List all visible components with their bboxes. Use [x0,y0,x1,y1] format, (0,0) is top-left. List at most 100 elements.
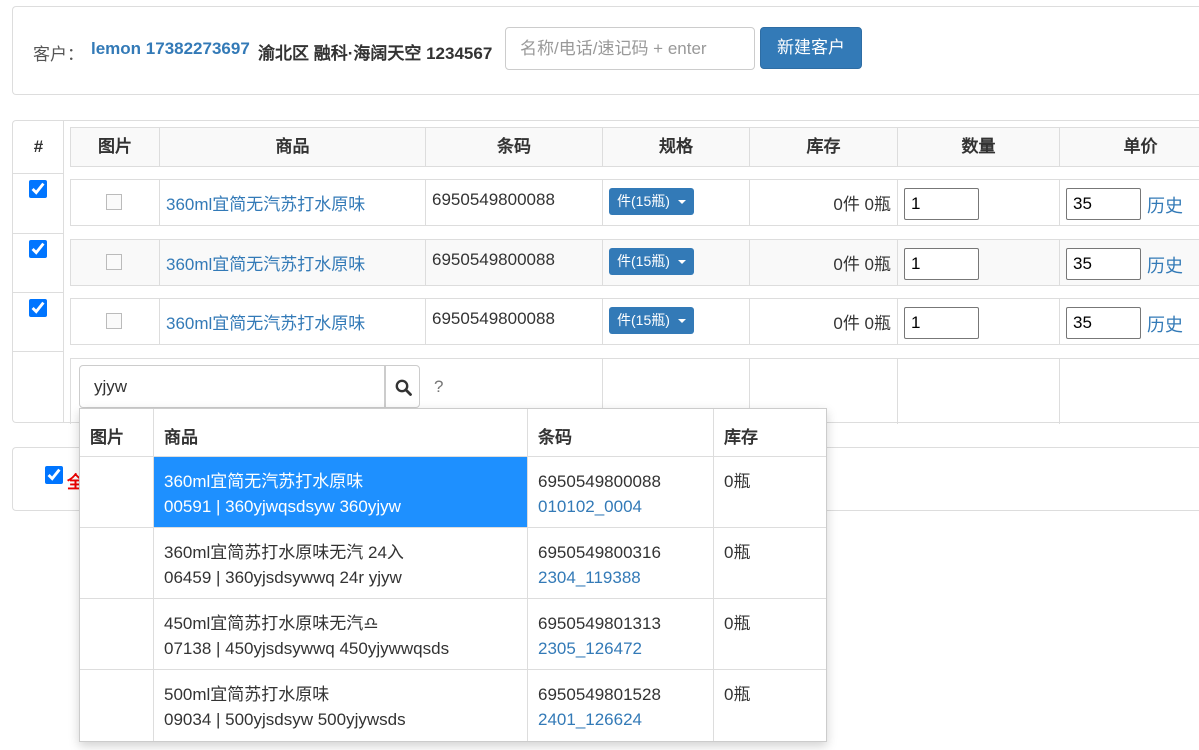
broken-image-icon [106,313,122,329]
header-quantity: 数量 [898,128,1060,166]
table-row: 360ml宜简无汽苏打水原味 6950549800088 件(15瓶) 0件 0… [70,298,1199,345]
product-suggestion-dropdown: 图片 商品 条码 库存 360ml宜简无汽苏打水原味 00591 | 360yjw… [79,408,827,742]
suggestion-name-cell: 500ml宜简苏打水原味 09034 | 500yjsdsyw 500yjywsd… [154,670,528,741]
row-checkbox[interactable] [29,180,47,198]
price-history-link[interactable]: 历史 [1147,192,1183,218]
empty-cell [898,359,1060,424]
suggestion-item[interactable]: 450ml宜简苏打水原味无汽♎ 07138 | 450yjsdsywwq 450y… [80,599,826,670]
suggestion-image-cell [80,599,154,669]
suggestion-image-cell [80,457,154,527]
stock-text: 0件 0瓶 [833,314,891,333]
header-stock: 库存 [750,128,898,166]
spec-label: 件(15瓶) [617,253,670,269]
header-spec: 规格 [603,128,750,166]
barcode-cell: 6950549800088 [426,240,603,285]
stock-cell: 0件 0瓶 [750,180,898,225]
product-link[interactable]: 360ml宜简无汽苏打水原味 [166,190,365,215]
customer-name-link[interactable]: lemon 17382273697 [91,39,250,59]
table-header-row: 图片 商品 条码 规格 库存 数量 单价 [70,127,1199,167]
suggestion-sku: 010102_0004 [538,497,643,516]
suggestion-barcode-cell: 6950549801528 2401_126624 [528,670,714,741]
suggestion-barcode: 6950549801313 [538,614,661,633]
image-cell [71,299,160,344]
stock-text: 0件 0瓶 [833,255,891,274]
suggestion-codes: 07138 | 450yjsdsywwq 450yjywwqsds [164,639,450,658]
suggestion-item[interactable]: 360ml宜简无汽苏打水原味 00591 | 360yjwqsdsyw 360yj… [80,457,826,528]
suggestion-item[interactable]: 360ml宜简苏打水原味无汽 24入 06459 | 360yjsdsywwq 2… [80,528,826,599]
price-input[interactable] [1066,188,1141,220]
select-column: # [13,121,64,422]
stock-text: 0件 0瓶 [833,195,891,214]
suggestion-barcode-cell: 6950549800088 010102_0004 [528,457,714,527]
suggestion-stock-cell: 0瓶 [714,599,826,669]
suggestion-name: 360ml宜简苏打水原味无汽 24入 [164,543,404,562]
suggestion-stock: 0瓶 [724,543,751,562]
order-table-panel: # 图片 商品 条码 规格 库存 数量 单价 360ml宜简无汽苏打水原味 69… [12,120,1199,424]
spec-dropdown-button[interactable]: 件(15瓶) [609,248,694,275]
spec-dropdown-button[interactable]: 件(15瓶) [609,188,694,215]
suggestion-name: 360ml宜简无汽苏打水原味 [164,472,364,491]
suggestion-name: 500ml宜简苏打水原味 [164,685,330,704]
caret-down-icon [678,200,686,204]
suggestion-header-product: 商品 [154,409,528,456]
header-text: 商品 [164,428,198,447]
suggestion-stock: 0瓶 [724,472,751,491]
barcode-cell: 6950549800088 [426,299,603,344]
row-select-cell [13,233,64,292]
customer-search-input[interactable] [505,27,755,70]
product-link[interactable]: 360ml宜简无汽苏打水原味 [166,309,365,334]
suggestion-header-image: 图片 [80,409,154,456]
row-checkbox[interactable] [29,240,47,258]
suggestion-sku: 2304_119388 [538,568,641,587]
suggestion-name-cell: 360ml宜简苏打水原味无汽 24入 06459 | 360yjsdsywwq 2… [154,528,528,598]
header-product: 商品 [160,128,426,166]
row-checkbox[interactable] [29,299,47,317]
new-customer-button[interactable]: 新建客户 [760,27,862,69]
price-cell: 历史 [1060,180,1199,225]
product-cell: 360ml宜简无汽苏打水原味 [160,180,426,225]
quantity-input[interactable] [904,188,979,220]
price-cell: 历史 [1060,240,1199,285]
product-link[interactable]: 360ml宜简无汽苏打水原味 [166,250,365,275]
price-history-link[interactable]: 历史 [1147,311,1183,337]
quantity-input[interactable] [904,307,979,339]
header-text: 库存 [724,428,758,447]
suggestion-image-cell [80,670,154,741]
suggestion-stock: 0瓶 [724,685,751,704]
header-text: 图片 [90,428,124,447]
spec-label: 件(15瓶) [617,193,670,209]
product-cell: 360ml宜简无汽苏打水原味 [160,299,426,344]
price-input[interactable] [1066,307,1141,339]
select-all-checkbox[interactable] [45,466,63,484]
suggestion-codes: 00591 | 360yjwqsdsyw 360yjyw [164,497,401,516]
suggestion-codes: 09034 | 500yjsdsyw 500yjywsds [164,710,406,729]
suggestion-header-stock: 库存 [714,409,826,456]
price-input[interactable] [1066,248,1141,280]
spec-cell: 件(15瓶) [603,240,750,285]
price-history-link[interactable]: 历史 [1147,252,1183,278]
table-row: 360ml宜简无汽苏打水原味 6950549800088 件(15瓶) 0件 0… [70,239,1199,286]
quantity-input[interactable] [904,248,979,280]
suggestion-header-row: 图片 商品 条码 库存 [80,409,826,457]
row-select-cell [13,351,64,422]
barcode-cell: 6950549800088 [426,180,603,225]
suggestion-barcode: 6950549801528 [538,685,661,704]
spec-cell: 件(15瓶) [603,180,750,225]
select-column-header: # [33,137,44,156]
barcode-text: 6950549800088 [432,190,555,209]
suggestion-image-cell [80,528,154,598]
product-search-input[interactable] [79,365,385,408]
suggestion-item[interactable]: 500ml宜简苏打水原味 09034 | 500yjsdsyw 500yjywsd… [80,670,826,741]
header-image: 图片 [71,128,160,166]
suggestion-stock-cell: 0瓶 [714,670,826,741]
suggestion-barcode-cell: 6950549800316 2304_119388 [528,528,714,598]
header-text: 条码 [538,428,572,447]
product-cell: 360ml宜简无汽苏打水原味 [160,240,426,285]
spec-cell: 件(15瓶) [603,299,750,344]
customer-address: 渝北区 融科·海阔天空 1234567 [258,44,493,63]
quantity-cell [898,180,1060,225]
spec-label: 件(15瓶) [617,312,670,328]
image-cell [71,180,160,225]
product-search-button[interactable] [385,365,420,408]
spec-dropdown-button[interactable]: 件(15瓶) [609,307,694,334]
